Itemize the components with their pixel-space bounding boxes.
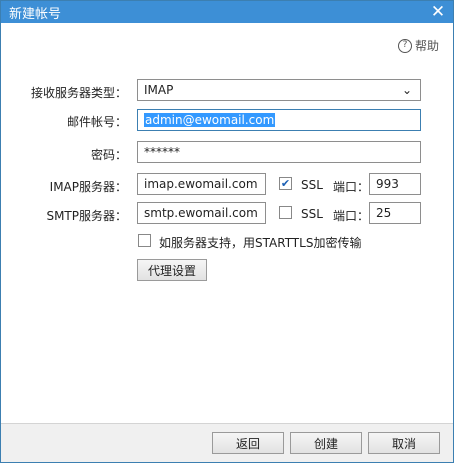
smtp-ssl-checkbox[interactable]: [279, 206, 292, 219]
smtp-port-value: 25: [376, 206, 392, 220]
password-label: 密码：: [90, 148, 127, 162]
server-type-select[interactable]: IMAP ⌄: [137, 79, 421, 101]
create-button[interactable]: 创建: [290, 432, 362, 454]
account-input[interactable]: admin@ewomail.com: [137, 109, 421, 131]
imap-server-value: imap.ewomail.com: [144, 177, 258, 191]
smtp-server-label: SMTP服务器：: [46, 209, 127, 223]
smtp-port-input[interactable]: 25: [369, 202, 421, 224]
close-icon[interactable]: ✕: [429, 3, 447, 21]
server-type-label: 接收服务器类型：: [30, 86, 127, 100]
smtp-server-value: smtp.ewomail.com: [144, 206, 258, 220]
account-value: admin@ewomail.com: [144, 113, 276, 127]
server-type-value: IMAP: [144, 83, 174, 97]
imap-server-label: IMAP服务器：: [49, 180, 127, 194]
account-label: 邮件帐号：: [66, 115, 127, 129]
imap-port-value: 993: [376, 177, 399, 191]
help-link[interactable]: ? 帮助: [397, 37, 439, 54]
password-value: ******: [144, 145, 180, 159]
dialog-title: 新建帐号: [9, 6, 62, 22]
imap-port-input[interactable]: 993: [369, 173, 421, 195]
chevron-down-icon: ⌄: [401, 83, 412, 97]
smtp-server-input[interactable]: smtp.ewomail.com: [137, 202, 266, 224]
imap-ssl-label: SSL: [301, 178, 323, 192]
smtp-ssl-label: SSL: [301, 207, 323, 221]
cancel-button[interactable]: 取消: [368, 432, 440, 454]
imap-ssl-checkbox[interactable]: ✔: [279, 177, 292, 190]
new-account-dialog: 新建帐号 ✕ ? 帮助 接收服务器类型： IMAP ⌄ 邮件帐号： admin@…: [0, 0, 454, 463]
dialog-footer: 返回 创建 取消: [1, 423, 453, 462]
smtp-port-label: 端口：: [333, 209, 370, 223]
proxy-settings-button[interactable]: 代理设置: [137, 259, 207, 281]
help-label: 帮助: [414, 39, 439, 53]
back-button[interactable]: 返回: [212, 432, 284, 454]
help-icon: ?: [397, 38, 412, 53]
imap-port-label: 端口：: [333, 180, 370, 194]
starttls-checkbox[interactable]: [138, 234, 151, 247]
title-bar: 新建帐号 ✕: [1, 1, 453, 23]
imap-server-input[interactable]: imap.ewomail.com: [137, 173, 266, 195]
starttls-label: 如服务器支持，用STARTTLS加密传输: [159, 236, 362, 250]
password-input[interactable]: ******: [137, 141, 421, 163]
